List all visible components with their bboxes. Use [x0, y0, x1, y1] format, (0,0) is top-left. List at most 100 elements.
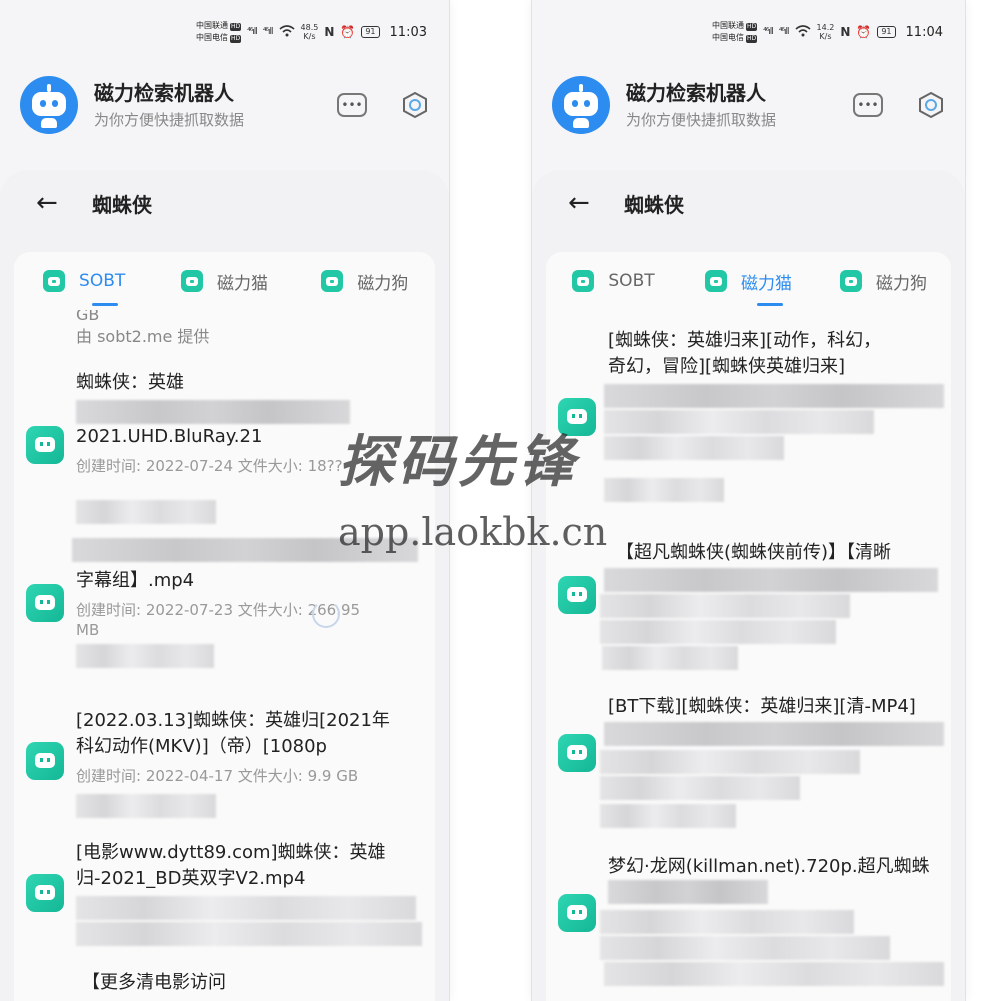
carrier-2: 中国电信 HD [711, 33, 758, 43]
blurred-text [600, 750, 860, 774]
item-title: [2022.03.13]蜘蛛侠：英雄归[2021年 [76, 710, 390, 731]
bot-icon [558, 398, 596, 436]
item-title: [蜘蛛侠：英雄归来][动作，科幻， [608, 330, 882, 351]
hexagon-target-icon[interactable] [917, 91, 945, 119]
item-title-line2: 2021.UHD.BluRay.21 [76, 426, 263, 447]
list-item[interactable]: [电影www.dytt89.com]蜘蛛侠：英雄 归-2021_BD英双字V2.… [24, 840, 425, 960]
bot-icon [26, 874, 64, 912]
back-arrow-icon[interactable]: ← [568, 188, 608, 218]
results-panel: SOBT 磁力猫 磁力狗 [蜘蛛侠：英雄归来][动作，科幻， 奇幻，冒险][蜘蛛… [546, 252, 951, 1001]
hexagon-target-icon[interactable] [401, 91, 429, 119]
list-item[interactable]: 【更多清电影访问 [24, 970, 425, 1001]
blurred-text [76, 400, 350, 424]
results-list: [蜘蛛侠：英雄归来][动作，科幻， 奇幻，冒险][蜘蛛侠英雄归来] 【超凡蜘蛛侠… [546, 310, 951, 1001]
app-title: 磁力检索机器人 [626, 81, 766, 105]
screenshot-canvas: 中国联通 HD 中国电信 HD ⁴⁶ıll ⁴⁶ıll 48.5 K/s N ⏰ 91… [0, 0, 984, 1001]
item-title: 梦幻·龙网(killman.net).720p.超凡蜘蛛 [608, 856, 930, 877]
status-bar: 中国联通 HD 中国电信 HD ⁴⁶ıll ⁴⁶ıll 14.2 K/s N ⏰ 91… [712, 14, 943, 50]
bot-icon [321, 270, 344, 292]
item-meta: 创建时间: 2022-04-17 文件大小: 9.9 GB [76, 767, 359, 785]
page-title: 蜘蛛侠 [92, 192, 152, 217]
status-time: 11:04 [905, 24, 943, 40]
wifi-icon [795, 24, 811, 40]
bot-icon [43, 270, 66, 292]
alarm-icon: ⏰ [340, 25, 356, 39]
provider-note: 由 sobt2.me 提供 [76, 327, 210, 346]
item-title-line2: 归-2021_BD英双字V2.mp4 [76, 868, 306, 889]
item-meta-unit: MB [76, 621, 100, 639]
status-bar: 中国联通 HD 中国电信 HD ⁴⁶ıll ⁴⁶ıll 48.5 K/s N ⏰ 91… [196, 14, 427, 50]
net-speed: 48.5 K/s [300, 23, 319, 41]
app-subtitle: 为你方便快捷抓取数据 [94, 111, 245, 129]
blurred-text [604, 478, 724, 502]
blurred-text [600, 936, 890, 960]
item-meta: 创建时间: 2022-07-24 文件大小: 18?? [76, 457, 343, 475]
app-title: 磁力检索机器人 [94, 81, 234, 105]
blurred-text [600, 594, 850, 618]
list-item[interactable]: 梦幻·龙网(killman.net).720p.超凡蜘蛛 [556, 854, 944, 1001]
bot-icon [180, 270, 203, 292]
results-panel: SOBT 磁力猫 磁力狗 GB 由 sobt2.me 提供 蜘蛛侠：英雄 202… [14, 252, 435, 1001]
loading-spinner-icon [312, 600, 340, 628]
blurred-text [604, 568, 938, 592]
item-title: [电影www.dytt89.com]蜘蛛侠：英雄 [76, 842, 386, 863]
blurred-text [76, 500, 216, 524]
blurred-text [76, 922, 422, 946]
page-title: 蜘蛛侠 [624, 192, 684, 217]
content-card: ← 蜘蛛侠 SOBT 磁力猫 磁力狗 [蜘蛛侠：英雄归来][动作，科幻， 奇幻，… [532, 170, 965, 1001]
bot-icon [558, 576, 596, 614]
blurred-text [600, 910, 854, 934]
tab-ciligou[interactable]: 磁力狗 [295, 252, 435, 310]
item-title-line2: 科幻动作(MKV)]（帝）[1080p [76, 736, 327, 757]
list-item[interactable]: [BT下载][蜘蛛侠：英雄归来][清-MP4] [556, 694, 944, 844]
tab-sobt[interactable]: SOBT [546, 252, 681, 310]
list-item[interactable]: 【超凡蜘蛛侠(蜘蛛侠前传)】【清晰 [556, 540, 941, 680]
blurred-text [608, 880, 768, 904]
blurred-text [602, 646, 738, 670]
blurred-text [600, 804, 736, 828]
blurred-text [76, 794, 216, 818]
list-item[interactable]: 蜘蛛侠：英雄 2021.UHD.BluRay.21 创建时间: 2022-07-… [24, 370, 425, 530]
list-item[interactable]: 字幕组】.mp4 创建时间: 2022-07-23 文件大小: 266.95 M… [24, 538, 425, 678]
blurred-text [76, 644, 214, 668]
signal-icon-2: ⁴⁶ıll [778, 27, 790, 37]
tab-cilimao[interactable]: 磁力猫 [154, 252, 294, 310]
item-title: 字幕组】.mp4 [76, 570, 195, 591]
blurred-text [604, 384, 944, 408]
blurred-text [604, 410, 874, 434]
tab-ciligou[interactable]: 磁力狗 [816, 252, 951, 310]
robot-avatar-icon [20, 76, 78, 134]
tab-sobt[interactable]: SOBT [14, 252, 154, 310]
more-dots-icon[interactable]: ••• [853, 93, 883, 117]
tab-cilimao[interactable]: 磁力猫 [681, 252, 816, 310]
list-item[interactable]: [2022.03.13]蜘蛛侠：英雄归[2021年 科幻动作(MKV)]（帝）[… [24, 708, 425, 828]
blurred-text [604, 436, 784, 460]
right-phone-screen: 中国联通 HD 中国电信 HD ⁴⁶ıll ⁴⁶ıll 14.2 K/s N ⏰ 91… [531, 0, 966, 1001]
blurred-text [604, 722, 944, 746]
alarm-icon: ⏰ [856, 25, 872, 39]
source-tabs: SOBT 磁力猫 磁力狗 [14, 252, 435, 310]
bot-icon [26, 426, 64, 464]
net-speed: 14.2 K/s [816, 23, 835, 41]
bot-icon [558, 734, 596, 772]
signal-icon-2: ⁴⁶ıll [262, 27, 274, 37]
item-title-line2: 奇幻，冒险][蜘蛛侠英雄归来] [608, 356, 846, 377]
nfc-icon: N [840, 25, 851, 39]
page-titlebar: ← 蜘蛛侠 [36, 188, 152, 218]
item-title: 蜘蛛侠：英雄 [76, 372, 184, 393]
app-header: 磁力检索机器人 为你方便快捷抓取数据 ••• [552, 75, 945, 135]
bot-icon [705, 270, 727, 292]
list-item[interactable]: [蜘蛛侠：英雄归来][动作，科幻， 奇幻，冒险][蜘蛛侠英雄归来] [556, 328, 944, 518]
carrier-1: 中国联通 HD [195, 21, 242, 31]
back-arrow-icon[interactable]: ← [36, 188, 76, 218]
signal-icon: ⁴⁶ıll [247, 27, 258, 37]
blurred-text [600, 620, 836, 644]
signal-icon: ⁴⁶ıll [763, 27, 774, 37]
bot-icon [558, 894, 596, 932]
blurred-text [600, 776, 800, 800]
more-dots-icon[interactable]: ••• [337, 93, 367, 117]
status-time: 11:03 [389, 24, 427, 40]
page-titlebar: ← 蜘蛛侠 [568, 188, 684, 218]
source-tabs: SOBT 磁力猫 磁力狗 [546, 252, 951, 310]
app-subtitle: 为你方便快捷抓取数据 [626, 111, 777, 129]
